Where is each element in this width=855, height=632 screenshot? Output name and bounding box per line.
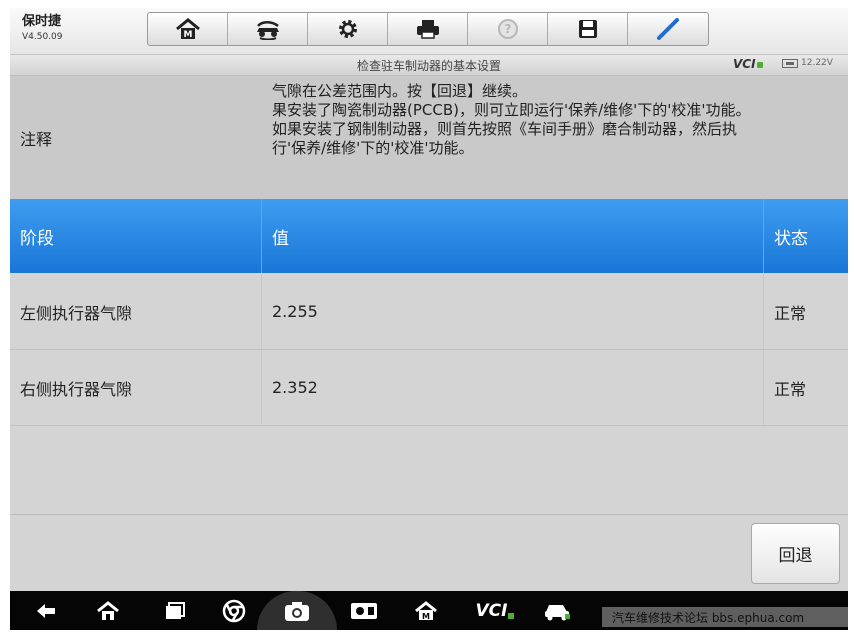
table-header: 阶段 值 状态 <box>10 199 848 273</box>
row-status: 正常 <box>774 379 807 399</box>
vehicle-button[interactable] <box>537 591 577 630</box>
header-value: 值 <box>262 199 764 273</box>
app-frame: 保时捷 V4.50.09 M ? 检查驻车制动器的基本设置 VCI 12.22V… <box>10 8 848 630</box>
top-toolbar: 保时捷 V4.50.09 M ? <box>10 8 848 55</box>
printer-icon <box>416 20 439 39</box>
row-stage: 左侧执行器气隙 <box>10 274 262 349</box>
chrome-button[interactable] <box>214 591 254 630</box>
gear-icon <box>338 20 357 38</box>
vci-connected-icon <box>508 612 515 619</box>
chrome-icon <box>222 599 246 622</box>
subtitle-bar: 检查驻车制动器的基本设置 VCI 12.22V <box>10 55 848 76</box>
note-empty-cell <box>764 76 848 199</box>
car-lift-icon <box>256 21 279 40</box>
back-button[interactable]: 回退 <box>751 523 840 584</box>
header-status: 状态 <box>774 228 808 249</box>
pen-icon <box>657 18 679 40</box>
header-stage: 阶段 <box>10 199 262 273</box>
autel-home-button[interactable]: M <box>406 591 446 630</box>
app-version: V4.50.09 <box>22 32 63 42</box>
vehicle-brand: 保时捷 <box>22 14 62 29</box>
vci-nav-label: VCI <box>475 600 508 621</box>
vci-connected-icon <box>756 62 763 68</box>
android-nav-bar: M VCI 汽车维修技术论坛 bbs.ephua.com <box>10 591 848 630</box>
recent-apps-icon <box>166 601 185 619</box>
row-status: 正常 <box>774 303 807 323</box>
note-text: 气隙在公差范围内。按【回退】继续。 果安装了陶瓷制动器(PCCB)，则可立即运行… <box>262 76 764 199</box>
home-button[interactable]: M <box>148 13 228 45</box>
svg-text:?: ? <box>504 22 511 36</box>
save-icon <box>578 20 597 38</box>
note-line: 如果安装了钢制制动器，则首先按照《车间手册》磨合制动器，然后执行'保养/维修'下… <box>272 120 738 157</box>
row-value: 2.255 <box>262 274 764 349</box>
help-button[interactable]: ? <box>468 13 548 45</box>
note-label: 注释 <box>10 76 262 199</box>
home-icon <box>97 600 119 620</box>
svg-text:M: M <box>422 612 430 621</box>
car-icon <box>545 604 570 620</box>
display-button[interactable] <box>344 591 384 630</box>
table-row: 右侧执行器气隙 2.352 正常 <box>10 350 848 426</box>
vci-status: VCI <box>733 57 763 71</box>
svg-text:M: M <box>183 30 192 40</box>
watermark: 汽车维修技术论坛 bbs.ephua.com <box>602 607 848 627</box>
settings-button[interactable] <box>308 13 388 45</box>
vci-button[interactable]: VCI <box>470 591 520 630</box>
home-icon: M <box>175 18 200 40</box>
back-arrow-icon <box>37 603 55 618</box>
toolbar-buttons: M ? <box>147 12 709 46</box>
note-line: 气隙在公差范围内。按【回退】继续。 <box>272 82 528 100</box>
note-row: 注释 气隙在公差范围内。按【回退】继续。 果安装了陶瓷制动器(PCCB)，则可立… <box>10 76 848 200</box>
battery-icon <box>782 58 798 68</box>
empty-area <box>10 426 848 515</box>
camera-icon <box>285 601 309 621</box>
vehicle-swap-button[interactable] <box>228 13 308 45</box>
action-bar <box>10 515 848 591</box>
print-button[interactable] <box>388 13 468 45</box>
nav-back-button[interactable] <box>26 591 66 630</box>
home-icon: M <box>415 600 437 621</box>
page-title: 检查驻车制动器的基本设置 <box>356 59 501 73</box>
help-icon: ? <box>497 19 518 39</box>
brand: 保时捷 V4.50.09 <box>22 14 63 44</box>
battery-voltage: 12.22V <box>801 58 833 68</box>
row-value: 2.352 <box>262 350 764 425</box>
brightness-icon <box>351 602 377 619</box>
edit-button[interactable] <box>628 13 708 45</box>
table-row: 左侧执行器气隙 2.255 正常 <box>10 274 848 350</box>
note-line: 果安装了陶瓷制动器(PCCB)，则可立即运行'保养/维修'下的'校准'功能。 <box>272 101 751 119</box>
row-stage: 右侧执行器气隙 <box>10 350 262 425</box>
nav-home-button[interactable] <box>88 591 128 630</box>
camera-button[interactable] <box>277 591 317 630</box>
vci-label: VCI <box>733 57 756 71</box>
battery-status: 12.22V <box>782 58 833 68</box>
save-button[interactable] <box>548 13 628 45</box>
nav-recent-button[interactable] <box>155 591 195 630</box>
